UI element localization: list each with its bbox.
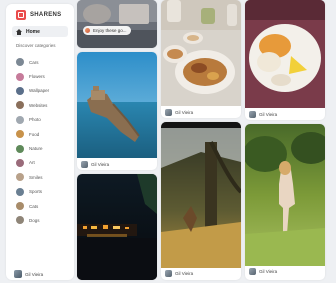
- category-item[interactable]: Nature: [16, 141, 72, 155]
- card-author[interactable]: Gil Vieira: [165, 109, 193, 116]
- category-item[interactable]: Cats: [16, 199, 72, 213]
- avatar: [165, 109, 172, 116]
- category-item[interactable]: Websites: [16, 98, 72, 112]
- category-label: Dogs: [29, 217, 40, 223]
- category-item[interactable]: Cars: [16, 55, 72, 69]
- author-name: Gil Vieira: [175, 271, 194, 276]
- category-avatar: [16, 187, 24, 196]
- feed-image: [245, 0, 325, 108]
- author-name: Gil Vieira: [259, 269, 278, 274]
- avatar: [165, 270, 172, 277]
- category-label: Cars: [29, 59, 39, 65]
- category-item[interactable]: Wallpaper: [16, 84, 72, 98]
- card-author[interactable]: Gil Vieira: [249, 268, 277, 275]
- feed-image: [161, 0, 241, 106]
- category-avatar: [16, 144, 24, 153]
- author-name: Gil Vieira: [175, 110, 194, 115]
- category-label: Cats: [29, 203, 39, 209]
- feed-card[interactable]: Gil Vieira: [245, 0, 325, 120]
- category-label: Sports: [29, 189, 43, 195]
- category-avatar: [16, 202, 24, 211]
- brand-name: SHARENS: [30, 12, 62, 18]
- card-author[interactable]: Gil Vieira: [81, 161, 109, 168]
- feed-image: [77, 0, 157, 48]
- card-author[interactable]: Gil Vieira: [249, 111, 277, 118]
- card-author[interactable]: Gil Vieira: [165, 270, 193, 277]
- status-bar: [161, 122, 241, 128]
- feed-card[interactable]: Gil Vieira: [161, 0, 241, 118]
- brand-logo-icon: [16, 10, 26, 20]
- feed-image: [77, 52, 157, 158]
- category-label: Photo: [29, 117, 41, 123]
- sidebar: SHARENS Home Discover categories Cars Fl…: [6, 4, 74, 280]
- category-item[interactable]: Dogs: [16, 213, 72, 227]
- category-item[interactable]: Photo: [16, 113, 72, 127]
- current-user-name: Gil Vieira: [25, 271, 44, 277]
- feed-card[interactable]: Enjoy these go...: [77, 0, 157, 48]
- category-list: Cars Flowers Wallpaper Websites Photo Fo…: [16, 55, 72, 228]
- category-label: Food: [29, 131, 40, 137]
- category-avatar: [16, 101, 24, 110]
- category-label: Art: [29, 160, 35, 166]
- category-avatar: [16, 173, 24, 182]
- category-label: Websites: [29, 102, 48, 108]
- category-item[interactable]: Sports: [16, 185, 72, 199]
- category-label: Nature: [29, 146, 43, 152]
- nav-home[interactable]: Home: [12, 26, 68, 37]
- category-label: Smiles: [29, 174, 43, 180]
- brand[interactable]: SHARENS: [16, 8, 61, 22]
- category-item[interactable]: Smiles: [16, 170, 72, 184]
- category-avatar: [16, 58, 24, 67]
- feed-card[interactable]: Gil Vieira: [77, 52, 157, 170]
- category-avatar: [16, 216, 24, 225]
- category-avatar: [16, 72, 24, 81]
- search-chip-text: Enjoy these go...: [93, 28, 127, 33]
- author-name: Gil Vieira: [259, 112, 278, 117]
- category-label: Wallpaper: [29, 88, 50, 94]
- feed-card[interactable]: [77, 174, 157, 280]
- feed-image: [245, 124, 325, 266]
- category-item[interactable]: Flowers: [16, 69, 72, 83]
- avatar: [249, 268, 256, 275]
- avatar: [14, 270, 22, 278]
- category-item[interactable]: Art: [16, 156, 72, 170]
- category-avatar: [16, 158, 24, 167]
- current-user[interactable]: Gil Vieira: [14, 270, 43, 278]
- category-item[interactable]: Food: [16, 127, 72, 141]
- categories-heading: Discover categories: [16, 43, 56, 48]
- author-name: Gil Vieira: [91, 162, 110, 167]
- nav-home-label: Home: [26, 28, 40, 35]
- avatar: [81, 161, 88, 168]
- avatar: [249, 111, 256, 118]
- home-icon: [16, 28, 22, 35]
- feed-image: [77, 174, 157, 280]
- category-avatar: [16, 86, 24, 95]
- category-avatar: [16, 130, 24, 139]
- feed-card[interactable]: Gil Vieira: [245, 124, 325, 280]
- category-avatar: [16, 115, 24, 124]
- feed-image: [161, 122, 241, 268]
- search-chip-avatar: [85, 28, 90, 33]
- feed-card[interactable]: Gil Vieira: [161, 122, 241, 280]
- search-chip[interactable]: Enjoy these go...: [83, 26, 131, 35]
- category-label: Flowers: [29, 74, 45, 80]
